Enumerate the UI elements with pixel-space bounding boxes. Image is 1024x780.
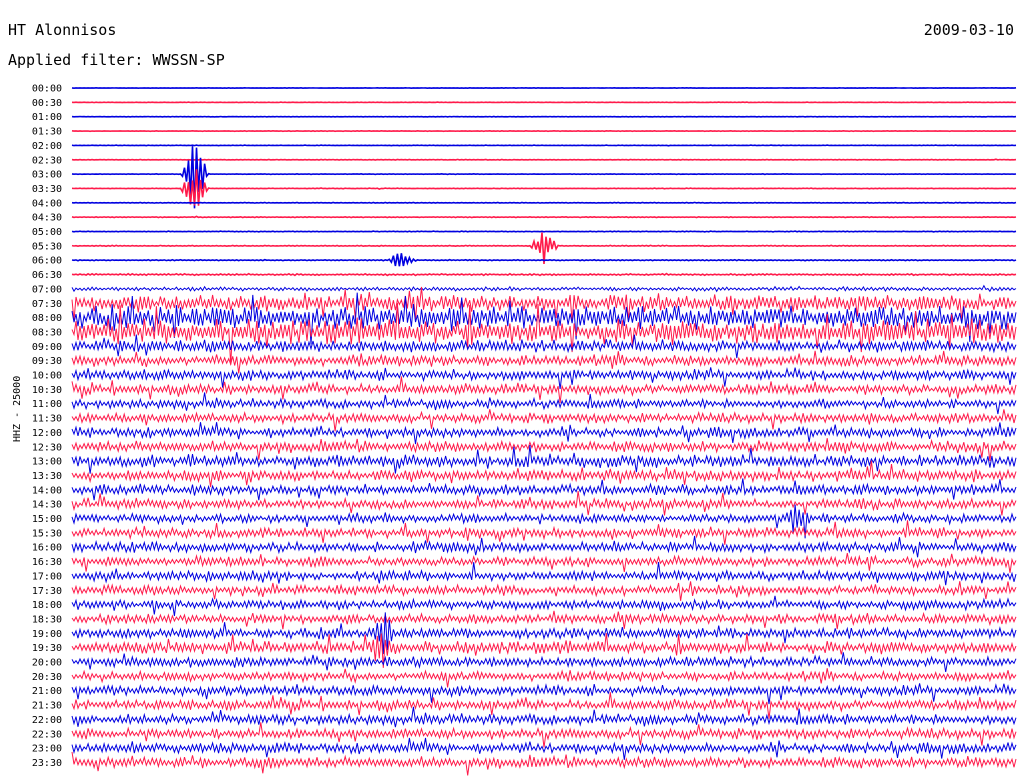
- seismic-trace-line: [71, 553, 1017, 573]
- time-tick-label: 12:00: [32, 428, 62, 439]
- seismic-trace-line: [71, 144, 1017, 147]
- time-tick-label: 11:00: [32, 399, 62, 410]
- time-tick-label: 21:00: [32, 686, 62, 697]
- seismic-trace-line: [71, 520, 1017, 545]
- time-tick-label: 10:30: [32, 385, 62, 396]
- seismic-trace-line: [71, 101, 1017, 104]
- seismic-trace-line: [71, 737, 1017, 760]
- trace-group: [71, 86, 1017, 776]
- time-tick-label: 04:00: [32, 198, 62, 209]
- time-tick-label: 17:30: [32, 586, 62, 597]
- seismic-trace-line: [71, 652, 1017, 672]
- time-tick-label: 16:00: [32, 543, 62, 554]
- seismic-trace-line: [71, 215, 1017, 219]
- time-tick-label: 05:00: [32, 227, 62, 238]
- time-tick-label: 11:30: [32, 414, 62, 425]
- seismic-trace-line: [71, 409, 1017, 432]
- time-tick-label: 20:30: [32, 672, 62, 683]
- seismic-trace-line: [71, 201, 1017, 204]
- seismic-trace-line: [71, 376, 1017, 404]
- time-tick-label: 09:00: [32, 342, 62, 353]
- time-tick-group: 00:00 00:30 01:00 01:30 02:00 02:30 03:00 03:30…: [32, 84, 62, 769]
- time-tick-label: 00:30: [32, 98, 62, 109]
- time-tick-label: 06:30: [32, 270, 62, 281]
- time-tick-label: 19:30: [32, 643, 62, 654]
- time-tick-label: 18:00: [32, 600, 62, 611]
- time-tick-label: 22:30: [32, 729, 62, 740]
- time-tick-label: 14:00: [32, 485, 62, 496]
- helicorder-plot: 00:00 00:30 01:00 01:30 02:00 02:30 03:00 03:30…: [32, 84, 1017, 776]
- time-tick-label: 08:00: [32, 313, 62, 324]
- time-tick-label: 08:30: [32, 327, 62, 338]
- time-tick-label: 09:30: [32, 356, 62, 367]
- time-tick-label: 03:30: [32, 184, 62, 195]
- time-tick-label: 23:30: [32, 758, 62, 769]
- time-tick-label: 07:30: [32, 299, 62, 310]
- time-tick-label: 13:00: [32, 457, 62, 468]
- seismic-trace-line: [71, 334, 1017, 359]
- time-tick-label: 04:30: [32, 213, 62, 224]
- seismic-trace-line: [71, 230, 1017, 233]
- seismic-trace-line: [71, 158, 1017, 161]
- time-tick-label: 20:00: [32, 658, 62, 669]
- time-tick-label: 17:00: [32, 571, 62, 582]
- seismic-trace-line: [71, 284, 1017, 293]
- time-tick-label: 21:30: [32, 701, 62, 712]
- seismic-trace-line: [71, 232, 1017, 264]
- seismic-trace-line: [71, 610, 1017, 630]
- seismic-trace-line: [71, 367, 1017, 390]
- seismic-trace-line: [71, 129, 1017, 133]
- seismic-trace-line: [71, 350, 1017, 374]
- time-tick-label: 22:00: [32, 715, 62, 726]
- seismic-trace-line: [71, 272, 1017, 277]
- time-tick-label: 16:30: [32, 557, 62, 568]
- time-tick-label: 05:30: [32, 241, 62, 252]
- seismic-trace-line: [71, 706, 1017, 728]
- time-tick-label: 01:00: [32, 112, 62, 123]
- time-tick-label: 06:00: [32, 256, 62, 267]
- seismic-trace-line: [71, 491, 1017, 516]
- time-tick-label: 03:00: [32, 170, 62, 181]
- seismic-trace-line: [71, 438, 1017, 462]
- seismic-trace-line: [71, 146, 1017, 209]
- seismic-trace-line: [71, 392, 1017, 415]
- seismic-trace-line: [71, 581, 1017, 601]
- time-tick-label: 18:30: [32, 614, 62, 625]
- time-tick-label: 07:00: [32, 284, 62, 295]
- seismic-trace-line: [71, 683, 1017, 705]
- seismic-trace-line: [71, 595, 1017, 617]
- seismic-trace-line: [71, 722, 1017, 748]
- time-tick-label: 13:30: [32, 471, 62, 482]
- time-tick-label: 15:00: [32, 514, 62, 525]
- time-tick-label: 02:00: [32, 141, 62, 152]
- time-tick-label: 23:00: [32, 744, 62, 755]
- seismic-trace-line: [71, 751, 1017, 776]
- time-tick-label: 15:30: [32, 528, 62, 539]
- seismic-trace-line: [71, 668, 1017, 688]
- time-tick-label: 12:30: [32, 442, 62, 453]
- time-tick-label: 10:00: [32, 371, 62, 382]
- time-tick-label: 02:30: [32, 155, 62, 166]
- time-tick-label: 01:30: [32, 127, 62, 138]
- seismic-trace-line: [71, 422, 1017, 445]
- time-tick-label: 00:00: [32, 84, 62, 95]
- time-tick-label: 19:00: [32, 629, 62, 640]
- seismic-trace-line: [71, 478, 1017, 501]
- time-tick-label: 14:30: [32, 500, 62, 511]
